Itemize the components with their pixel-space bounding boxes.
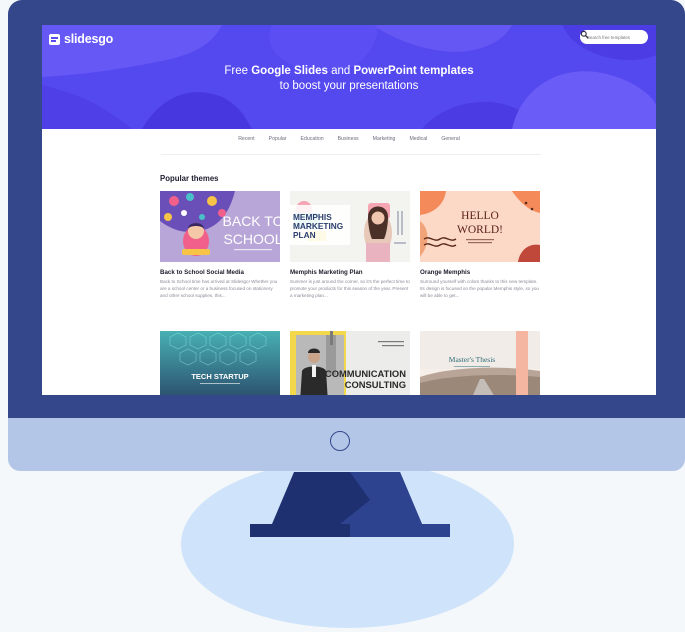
card-thumbnail[interactable]: TECH STARTUP bbox=[160, 331, 280, 395]
nav-divider bbox=[161, 154, 541, 155]
nav-item-general[interactable]: General bbox=[434, 136, 466, 142]
thumbnail-text: Master's Thesis bbox=[449, 355, 495, 364]
thumbnail-text: CONSULTING bbox=[345, 379, 406, 390]
search-box[interactable] bbox=[580, 30, 648, 44]
logo-icon bbox=[49, 33, 60, 45]
card-title[interactable]: Memphis Marketing Plan bbox=[290, 269, 363, 276]
hero-title-line1: Free Google Slides and PowerPoint templa… bbox=[224, 65, 474, 77]
card-thumbnail[interactable]: Master's Thesis bbox=[420, 331, 540, 395]
thumbnail-text: COMMUNICATION bbox=[325, 368, 406, 379]
hero-title: Free Google Slides and PowerPoint templa… bbox=[42, 64, 656, 94]
logo-text: slidesgo bbox=[64, 32, 114, 46]
search-icon[interactable] bbox=[580, 30, 589, 39]
nav-item-education[interactable]: Education bbox=[294, 136, 331, 142]
monitor-stand-neck bbox=[250, 472, 450, 537]
nav-item-medical[interactable]: Medical bbox=[402, 136, 434, 142]
card-thumbnail[interactable]: COMMUNICATION CONSULTING bbox=[290, 331, 410, 395]
thumbnail-art: BACK TO SCHOOL bbox=[160, 191, 280, 262]
nav-item-popular[interactable]: Popular bbox=[262, 136, 294, 142]
thumbnail-text: PLAN bbox=[293, 230, 316, 240]
thumbnail-text: SCHOOL bbox=[223, 231, 280, 247]
thumbnail-art: Master's Thesis bbox=[420, 331, 540, 395]
nav-item-marketing[interactable]: Marketing bbox=[366, 136, 403, 142]
card-description: Back to School time has arrived at Slide… bbox=[160, 279, 278, 299]
thumbnail-text: TECH STARTUP bbox=[191, 372, 248, 381]
thumbnail-art: TECH STARTUP bbox=[160, 331, 280, 395]
category-nav: Recent Popular Education Business Market… bbox=[42, 129, 656, 149]
thumbnail-text: BACK TO bbox=[223, 213, 280, 229]
card-description: Surround yourself with colors thanks to … bbox=[420, 279, 539, 299]
hero-banner: slidesgo Free Google Slides and PowerPoi… bbox=[42, 25, 656, 129]
power-button[interactable] bbox=[330, 431, 350, 451]
card-thumbnail[interactable]: HELLO WORLD! bbox=[420, 191, 540, 262]
thumbnail-art: COMMUNICATION CONSULTING bbox=[290, 331, 410, 395]
thumbnail-art: HELLO WORLD! bbox=[420, 191, 540, 262]
card-thumbnail[interactable]: BACK TO SCHOOL bbox=[160, 191, 280, 262]
section-title: Popular themes bbox=[160, 174, 219, 183]
card-title[interactable]: Back to School Social Media bbox=[160, 269, 244, 276]
thumbnail-art: MEMPHIS MARKETING PLAN bbox=[290, 191, 410, 262]
card-title[interactable]: Orange Memphis bbox=[420, 269, 470, 276]
screen: slidesgo Free Google Slides and PowerPoi… bbox=[42, 25, 656, 395]
card-description: Summer is just around the corner, so it'… bbox=[290, 279, 410, 299]
card-thumbnail[interactable]: MEMPHIS MARKETING PLAN bbox=[290, 191, 410, 262]
hero-title-line2: to boost your presentations bbox=[279, 80, 419, 92]
thumbnail-text: WORLD! bbox=[457, 224, 503, 236]
thumbnail-text: HELLO bbox=[461, 210, 499, 222]
logo[interactable]: slidesgo bbox=[49, 32, 113, 46]
nav-item-recent[interactable]: Recent bbox=[231, 136, 261, 142]
nav-item-business[interactable]: Business bbox=[331, 136, 366, 142]
